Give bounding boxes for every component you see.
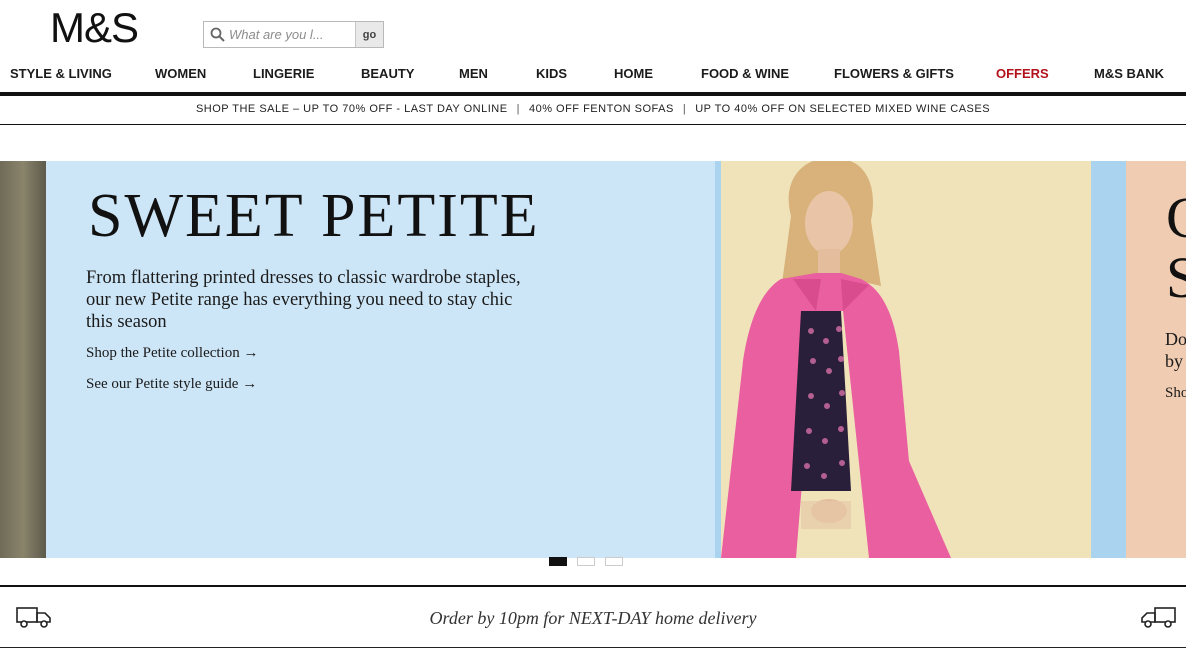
carousel-pagination: [549, 557, 623, 566]
search-box: go: [203, 21, 384, 48]
nav-beauty[interactable]: BEAUTY: [361, 66, 414, 81]
nav-kids[interactable]: KIDS: [536, 66, 567, 81]
next-slide-text-line-1: Do: [1165, 329, 1186, 349]
delivery-truck-icon: [1141, 607, 1176, 628]
hero-model-photo: [721, 161, 1091, 558]
hero-carousel: SWEET PETITE From flattering printed dre…: [0, 161, 1186, 558]
promo-separator: |: [682, 103, 687, 115]
next-slide-title-line-1: C: [1166, 185, 1186, 250]
carousel-dot-2[interactable]: [577, 557, 595, 566]
search-field-wrapper: [204, 22, 356, 47]
nav-divider: [0, 92, 1186, 96]
next-slide-link[interactable]: Sho: [1165, 385, 1186, 402]
ms-logo[interactable]: M&S: [50, 4, 139, 52]
nav-women[interactable]: WOMEN: [155, 66, 206, 81]
next-slide-title-line-2: S: [1166, 245, 1186, 310]
carousel-dot-1[interactable]: [549, 557, 567, 566]
promo-sofas-link[interactable]: 40% OFF FENTON SOFAS: [529, 103, 674, 115]
delivery-text-emphasis: NEXT-DAY: [568, 608, 651, 628]
delivery-text-after: home delivery: [650, 608, 757, 628]
model-figure-illustration: [721, 161, 951, 558]
nav-food-wine[interactable]: FOOD & WINE: [701, 66, 789, 81]
petite-style-guide-link[interactable]: See our Petite style guide →: [86, 376, 257, 393]
hero-slide-sweet-petite: SWEET PETITE From flattering printed dre…: [46, 161, 1126, 558]
previous-slide-peek[interactable]: [0, 161, 46, 558]
nav-offers[interactable]: OFFERS: [996, 66, 1049, 81]
shop-petite-collection-link[interactable]: Shop the Petite collection →: [86, 345, 258, 362]
nav-men[interactable]: MEN: [459, 66, 488, 81]
carousel-dot-3[interactable]: [605, 557, 623, 566]
photo-stripe: [1091, 161, 1126, 558]
main-nav: STYLE & LIVING WOMEN LINGERIE BEAUTY MEN…: [0, 66, 1186, 86]
promo-divider: [0, 124, 1186, 125]
nav-style-living[interactable]: STYLE & LIVING: [10, 66, 112, 81]
delivery-divider: [0, 585, 1186, 587]
promo-wine-link[interactable]: UP TO 40% OFF ON SELECTED MIXED WINE CAS…: [695, 103, 990, 115]
promo-bar: SHOP THE SALE – UP TO 70% OFF - LAST DAY…: [0, 103, 1186, 115]
search-input[interactable]: [229, 27, 349, 42]
hero-title: SWEET PETITE: [88, 182, 540, 250]
nav-home[interactable]: HOME: [614, 66, 653, 81]
next-slide-text-line-2: by: [1165, 351, 1183, 371]
nav-ms-bank[interactable]: M&S BANK: [1094, 66, 1164, 81]
search-icon: [210, 27, 225, 42]
bottom-divider: [0, 647, 1186, 648]
hero-description: From flattering printed dresses to class…: [86, 268, 521, 332]
promo-sale-link[interactable]: SHOP THE SALE – UP TO 70% OFF - LAST DAY…: [196, 103, 508, 115]
next-slide-peek[interactable]: C S Do by Sho: [1126, 161, 1186, 558]
search-go-button[interactable]: go: [356, 22, 383, 47]
nav-flowers-gifts[interactable]: FLOWERS & GIFTS: [834, 66, 954, 81]
next-day-delivery-banner[interactable]: Order by 10pm for NEXT-DAY home delivery: [0, 608, 1186, 629]
nav-lingerie[interactable]: LINGERIE: [253, 66, 314, 81]
delivery-text-before: Order by 10pm for: [429, 608, 569, 628]
promo-separator: |: [516, 103, 520, 115]
